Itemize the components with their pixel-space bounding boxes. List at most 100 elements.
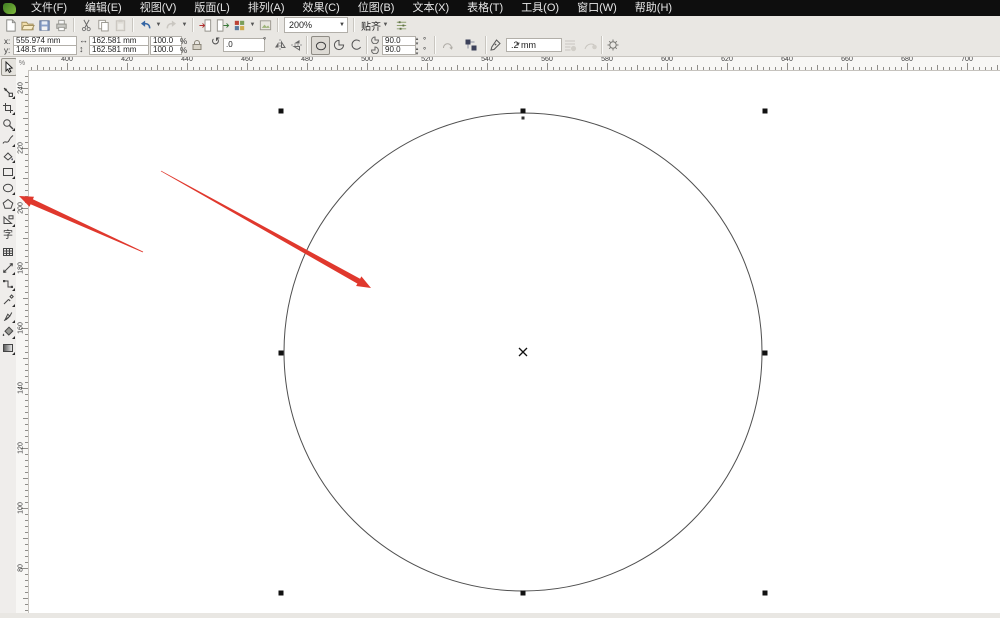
ellipse-tool[interactable] [1, 180, 15, 195]
vruler-tick [25, 346, 28, 347]
vruler-tick [25, 490, 28, 491]
wrap-text-button[interactable] [562, 37, 578, 53]
menu-item-help[interactable]: 帮助(H) [626, 0, 681, 16]
menu-item-effects[interactable]: 效果(C) [294, 0, 349, 16]
selection-handle[interactable] [762, 108, 768, 114]
vruler-tick [25, 532, 28, 533]
horizontal-ruler[interactable]: 400 420 440 460 480 500 520 540 560 580 600 620 640 6… [28, 56, 1000, 71]
selection-handle[interactable] [762, 590, 768, 596]
arc-mode-button[interactable] [348, 37, 364, 53]
snap-label: 贴齐 [361, 21, 381, 33]
hruler-tick [91, 67, 92, 70]
outline-pen-tool[interactable] [1, 308, 15, 323]
end-angle-field[interactable]: 90.0 [382, 45, 416, 55]
menu-item-text[interactable]: 文本(X) [403, 0, 458, 16]
end-angle-spinner[interactable]: ▴ ▾ [413, 47, 421, 57]
import-button[interactable] [197, 17, 214, 33]
app-launcher-button-dropdown[interactable]: ▼ [248, 22, 257, 28]
menu-item-layout[interactable]: 版面(L) [185, 0, 238, 16]
hruler-tick [283, 67, 284, 70]
undo-button[interactable] [137, 17, 154, 33]
interactive-fill-tool[interactable] [1, 340, 15, 355]
hruler-tick [973, 67, 974, 70]
redo-button-dropdown[interactable]: ▼ [180, 22, 189, 28]
export-button[interactable] [214, 17, 231, 33]
menu-item-view[interactable]: 视图(V) [131, 0, 186, 16]
ellipse-mode-button[interactable] [311, 36, 330, 55]
selection-handle[interactable] [278, 350, 284, 356]
outline-width-select[interactable]: .2 mm ▼ [506, 38, 562, 52]
hruler-tick [733, 67, 734, 70]
selection-handle[interactable] [278, 590, 284, 596]
lock-ratio-button[interactable] [189, 37, 205, 53]
table-tool[interactable] [1, 244, 15, 259]
drawing-canvas[interactable] [28, 70, 1000, 613]
mirror-horizontal-button[interactable] [272, 37, 288, 53]
welcome-icon [259, 19, 272, 30]
hruler-label: 540 [481, 56, 493, 63]
flyout-indicator-icon [12, 224, 15, 227]
eyedropper-tool[interactable] [1, 292, 15, 307]
pie-mode-button[interactable] [331, 37, 347, 53]
pick-tool[interactable] [1, 58, 17, 76]
menu-item-edit[interactable]: 编辑(E) [76, 0, 131, 16]
hruler-tick [175, 67, 176, 70]
menu-item-bitmaps[interactable]: 位图(B) [349, 0, 404, 16]
hruler-tick [571, 67, 572, 70]
cut-button[interactable] [78, 17, 95, 33]
freehand-tool[interactable] [1, 132, 15, 147]
connector-tool[interactable] [1, 276, 15, 291]
zoom-tool[interactable] [1, 116, 15, 131]
copy-button[interactable] [95, 17, 112, 33]
selection-handle[interactable] [520, 590, 526, 596]
fill-tool[interactable] [1, 324, 15, 339]
redo-button[interactable] [163, 17, 180, 33]
quick-customize-button[interactable] [605, 37, 621, 53]
new-button[interactable] [2, 17, 19, 33]
rotation-angle-field[interactable]: .0 [223, 38, 265, 52]
menu-item-table[interactable]: 表格(T) [458, 0, 512, 16]
vruler-tick [25, 172, 28, 173]
hruler-tick [139, 67, 140, 70]
paste-button[interactable] [112, 17, 129, 33]
options-button[interactable] [393, 17, 410, 33]
basic-shapes-tool[interactable] [1, 212, 15, 227]
selection-handle[interactable] [278, 108, 284, 114]
smart-fill-tool[interactable] [1, 148, 15, 163]
hruler-tick [403, 67, 404, 70]
convert-to-curves-button[interactable] [463, 37, 479, 53]
open-button[interactable] [19, 17, 36, 33]
polygon-tool[interactable] [1, 196, 15, 211]
rectangle-tool[interactable] [1, 164, 15, 179]
menu-item-arrange[interactable]: 排列(A) [239, 0, 294, 16]
y-position-field[interactable]: 148.5 mm [13, 45, 77, 55]
selection-handle[interactable] [520, 108, 526, 114]
property-bar: x: y: 555.974 mm 148.5 mm ↔ ↕ 162.581 mm… [0, 34, 1000, 57]
save-button[interactable] [36, 17, 53, 33]
text-tool[interactable]: 字 [1, 228, 15, 243]
ellipse-top-node[interactable] [521, 116, 525, 120]
app-launcher-button[interactable] [231, 17, 248, 33]
print-button[interactable] [53, 17, 70, 33]
welcome-screen-button[interactable] [257, 17, 274, 33]
scale-vertical-field[interactable]: 100.0 [150, 45, 182, 55]
object-height-field[interactable]: 162.581 mm [89, 45, 149, 55]
selection-center-mark[interactable] [518, 347, 528, 357]
mirror-vertical-button[interactable] [289, 37, 305, 53]
vruler-label: 160 [17, 322, 25, 334]
vertical-ruler[interactable]: 240 220 200 180 160 140 120 100 80 [16, 70, 29, 613]
menu-item-file[interactable]: 文件(F) [22, 0, 76, 16]
open-curve-button[interactable] [582, 37, 598, 53]
hruler-tick [163, 67, 164, 70]
change-direction-button[interactable] [439, 37, 455, 53]
selection-handle[interactable] [762, 350, 768, 356]
menu-item-tools[interactable]: 工具(O) [512, 0, 568, 16]
undo-button-dropdown[interactable]: ▼ [154, 22, 163, 28]
snap-to-button[interactable]: 贴齐 ▼ [358, 18, 393, 33]
vruler-tick [25, 142, 28, 143]
zoom-level-select[interactable]: 200% ▼ [284, 17, 348, 33]
dimension-tool[interactable] [1, 260, 15, 275]
crop-tool[interactable] [1, 100, 15, 115]
shape-tool[interactable] [1, 84, 15, 99]
menu-item-window[interactable]: 窗口(W) [568, 0, 626, 16]
